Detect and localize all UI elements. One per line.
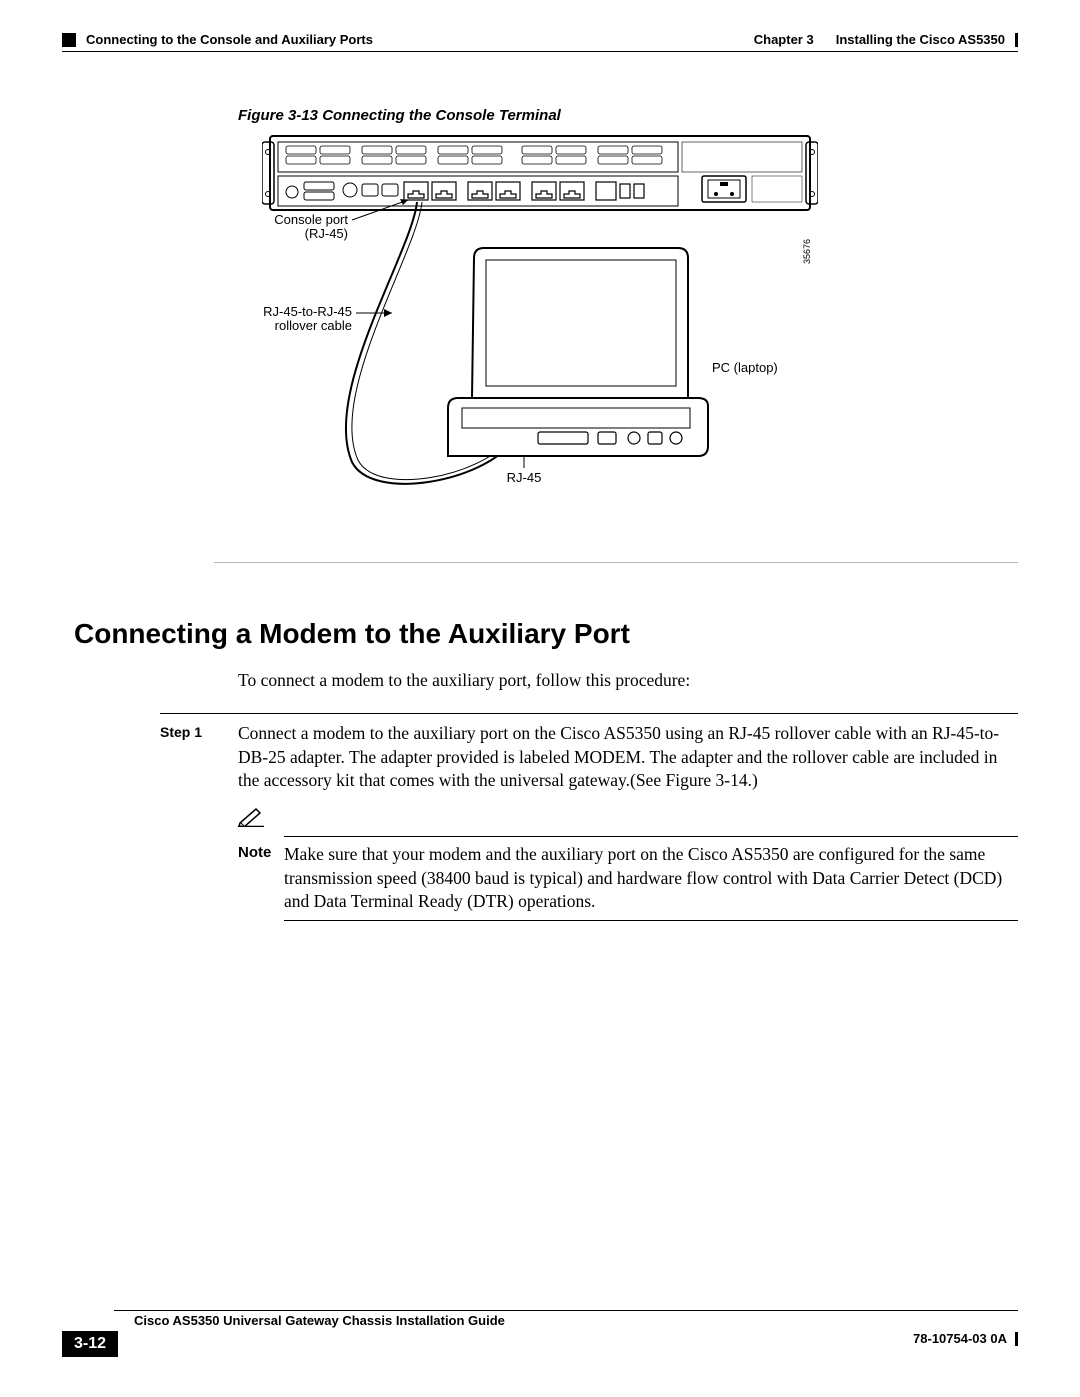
page-header: Connecting to the Console and Auxiliary … — [62, 32, 1018, 47]
figure-diagram: Console port (RJ-45) RJ-45-to-RJ-45 roll… — [262, 132, 818, 527]
note-rule-top — [284, 836, 1018, 837]
figure-separator — [214, 562, 1018, 563]
step-1-label: Step 1 — [160, 722, 238, 740]
step-1: Step 1 Connect a modem to the auxiliary … — [160, 722, 1018, 793]
page-number: 3-12 — [62, 1331, 118, 1357]
footer-guide-title: Cisco AS5350 Universal Gateway Chassis I… — [134, 1313, 1018, 1328]
step-rule — [160, 713, 1018, 714]
header-chapter-title: Installing the Cisco AS5350 — [836, 32, 1005, 47]
header-chapter-label: Chapter 3 — [754, 32, 814, 47]
footer-rule — [114, 1310, 1018, 1311]
label-pc-laptop: PC (laptop) — [712, 360, 778, 375]
footer-tick-icon — [1015, 1332, 1018, 1346]
pencil-icon — [238, 805, 266, 827]
note-block: Note Make sure that your modem and the a… — [238, 805, 1018, 921]
label-rollover-2: rollover cable — [275, 318, 352, 333]
page-footer: Cisco AS5350 Universal Gateway Chassis I… — [62, 1310, 1018, 1357]
label-console-port-1: Console port — [274, 212, 348, 227]
label-image-id: 35676 — [802, 239, 812, 264]
label-console-port-2: (RJ-45) — [305, 226, 348, 241]
note-text: Make sure that your modem and the auxili… — [284, 843, 1018, 914]
figure-wrapper: Console port (RJ-45) RJ-45-to-RJ-45 roll… — [62, 132, 1018, 527]
publication-number: 78-10754-03 0A — [913, 1331, 1007, 1346]
intro-paragraph: To connect a modem to the auxiliary port… — [238, 670, 1018, 691]
section-heading: Connecting a Modem to the Auxiliary Port — [74, 618, 1018, 650]
header-section-title: Connecting to the Console and Auxiliary … — [86, 32, 373, 47]
header-rule — [62, 51, 1018, 52]
label-rj45: RJ-45 — [507, 470, 542, 485]
figure-caption: Figure 3-13 Connecting the Console Termi… — [238, 107, 1018, 124]
header-tick-icon — [1015, 33, 1018, 47]
note-label: Note — [238, 843, 284, 861]
step-1-text: Connect a modem to the auxiliary port on… — [238, 722, 1018, 793]
label-rollover-1: RJ-45-to-RJ-45 — [263, 304, 352, 319]
header-square-icon — [62, 33, 76, 47]
note-rule-bottom — [284, 920, 1018, 921]
